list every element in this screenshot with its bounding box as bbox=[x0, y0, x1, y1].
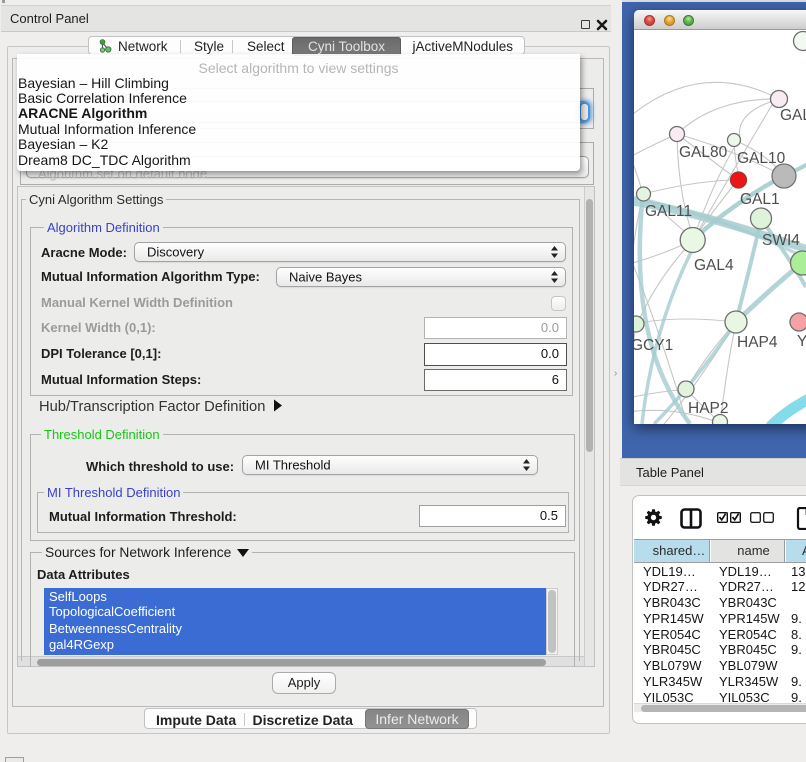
svg-text:GAL80: GAL80 bbox=[679, 144, 728, 161]
svg-text:SWI4: SWI4 bbox=[762, 232, 800, 249]
svg-text:HAP2: HAP2 bbox=[688, 400, 729, 417]
svg-text:GAL7: GAL7 bbox=[780, 107, 806, 124]
svg-text:GAL10: GAL10 bbox=[737, 150, 786, 167]
svg-text:GAL1: GAL1 bbox=[740, 191, 780, 208]
svg-text:GCY1: GCY1 bbox=[634, 337, 673, 354]
svg-text:YP: YP bbox=[797, 333, 806, 350]
svg-text:GAL4: GAL4 bbox=[694, 257, 734, 274]
svg-text:HAP4: HAP4 bbox=[737, 334, 778, 351]
svg-text:GAL11: GAL11 bbox=[645, 203, 692, 220]
